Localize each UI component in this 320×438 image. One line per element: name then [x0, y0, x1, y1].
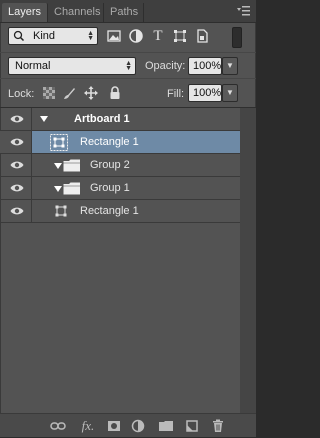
visibility-cell [0, 154, 32, 176]
eye-icon[interactable] [10, 206, 24, 216]
layer-name: Group 2 [90, 159, 130, 171]
blend-row: Normal ▲ ▼ Opacity: 100% ▼ [0, 52, 256, 77]
expand-triangle-icon[interactable] [54, 161, 62, 173]
layer-row-artboard-1[interactable]: Artboard 1 [0, 108, 240, 131]
lock-transparent-pixels-icon[interactable] [42, 86, 56, 100]
shape-filter-icon[interactable] [172, 28, 188, 44]
shape-icon [54, 204, 68, 221]
filter-kind-select[interactable]: Kind ▲ ▼ [8, 27, 98, 45]
delete-layer-icon[interactable] [210, 418, 226, 434]
layer-name: Rectangle 1 [80, 136, 139, 148]
opacity-value: 100% [193, 60, 222, 72]
fill-label: Fill: [167, 88, 185, 100]
eye-icon[interactable] [10, 137, 24, 147]
link-layers-icon[interactable] [50, 418, 66, 434]
lock-all-icon[interactable] [108, 86, 122, 100]
opacity-dropdown-button[interactable]: ▼ [222, 57, 238, 75]
panel-tab-bar: Layers Channels Paths [0, 0, 256, 23]
visibility-cell [0, 131, 32, 153]
layer-row-group-1[interactable]: Group 1 [0, 177, 240, 200]
layer-row-rectangle-1-selected[interactable]: Rectangle 1 [0, 131, 240, 154]
layers-panel: Layers Channels Paths Kind ▲ ▼ T Normal … [0, 0, 256, 437]
smart-object-filter-icon[interactable] [194, 28, 210, 44]
shape-thumbnail-icon [50, 134, 68, 154]
eye-icon[interactable] [10, 183, 24, 193]
layers-list: Artboard 1 Rectangle 1 Group 2 Group 1 R… [0, 108, 256, 413]
visibility-cell [0, 108, 32, 130]
eye-icon[interactable] [10, 114, 24, 124]
opacity-field[interactable]: 100% [188, 57, 222, 75]
lock-label: Lock: [8, 88, 35, 100]
folder-icon [63, 159, 81, 175]
visibility-cell [0, 200, 32, 222]
layer-mask-icon[interactable] [106, 418, 122, 434]
new-layer-icon[interactable] [184, 418, 200, 434]
fill-value: 100% [193, 87, 222, 99]
lock-row: Lock: Fill: 100% ▼ [0, 78, 256, 108]
tab-channels[interactable]: Channels [48, 3, 104, 22]
fx-icon[interactable]: fx. [78, 418, 98, 434]
bottom-toolbar: fx. [0, 413, 256, 437]
panel-menu-icon[interactable] [236, 5, 250, 17]
layer-name: Artboard 1 [74, 113, 130, 125]
adjustment-filter-icon[interactable] [128, 28, 144, 44]
visibility-cell [0, 177, 32, 199]
search-icon [13, 30, 29, 42]
filter-kind-label: Kind [33, 30, 56, 42]
filter-row: Kind ▲ ▼ T [0, 23, 256, 51]
layer-name: Rectangle 1 [80, 205, 139, 217]
image-filter-icon[interactable] [106, 28, 122, 44]
expand-triangle-icon[interactable] [40, 114, 48, 126]
expand-triangle-icon[interactable] [54, 184, 62, 196]
opacity-label: Opacity: [145, 60, 186, 72]
updown-arrows-icon: ▲ ▼ [125, 60, 132, 72]
new-group-icon[interactable] [158, 418, 174, 434]
updown-arrows-icon: ▲ ▼ [87, 30, 94, 42]
tab-paths[interactable]: Paths [104, 3, 144, 22]
layer-name: Group 1 [90, 182, 130, 194]
blend-mode-select[interactable]: Normal ▲ ▼ [8, 57, 136, 75]
lock-image-pixels-icon[interactable] [62, 86, 76, 100]
eye-icon[interactable] [10, 160, 24, 170]
layer-row-rectangle-1[interactable]: Rectangle 1 [0, 200, 240, 223]
adjustment-layer-icon[interactable] [130, 418, 146, 434]
scrollbar-track[interactable] [240, 108, 256, 413]
blend-mode-value: Normal [15, 60, 51, 72]
fill-field[interactable]: 100% [188, 84, 222, 102]
lock-position-icon[interactable] [84, 86, 98, 100]
folder-icon [63, 182, 81, 198]
tab-layers[interactable]: Layers [2, 3, 48, 22]
filter-toggle-switch[interactable] [232, 27, 242, 48]
fill-dropdown-button[interactable]: ▼ [222, 84, 238, 102]
layer-row-group-2[interactable]: Group 2 [0, 154, 240, 177]
type-filter-icon[interactable]: T [150, 28, 166, 44]
